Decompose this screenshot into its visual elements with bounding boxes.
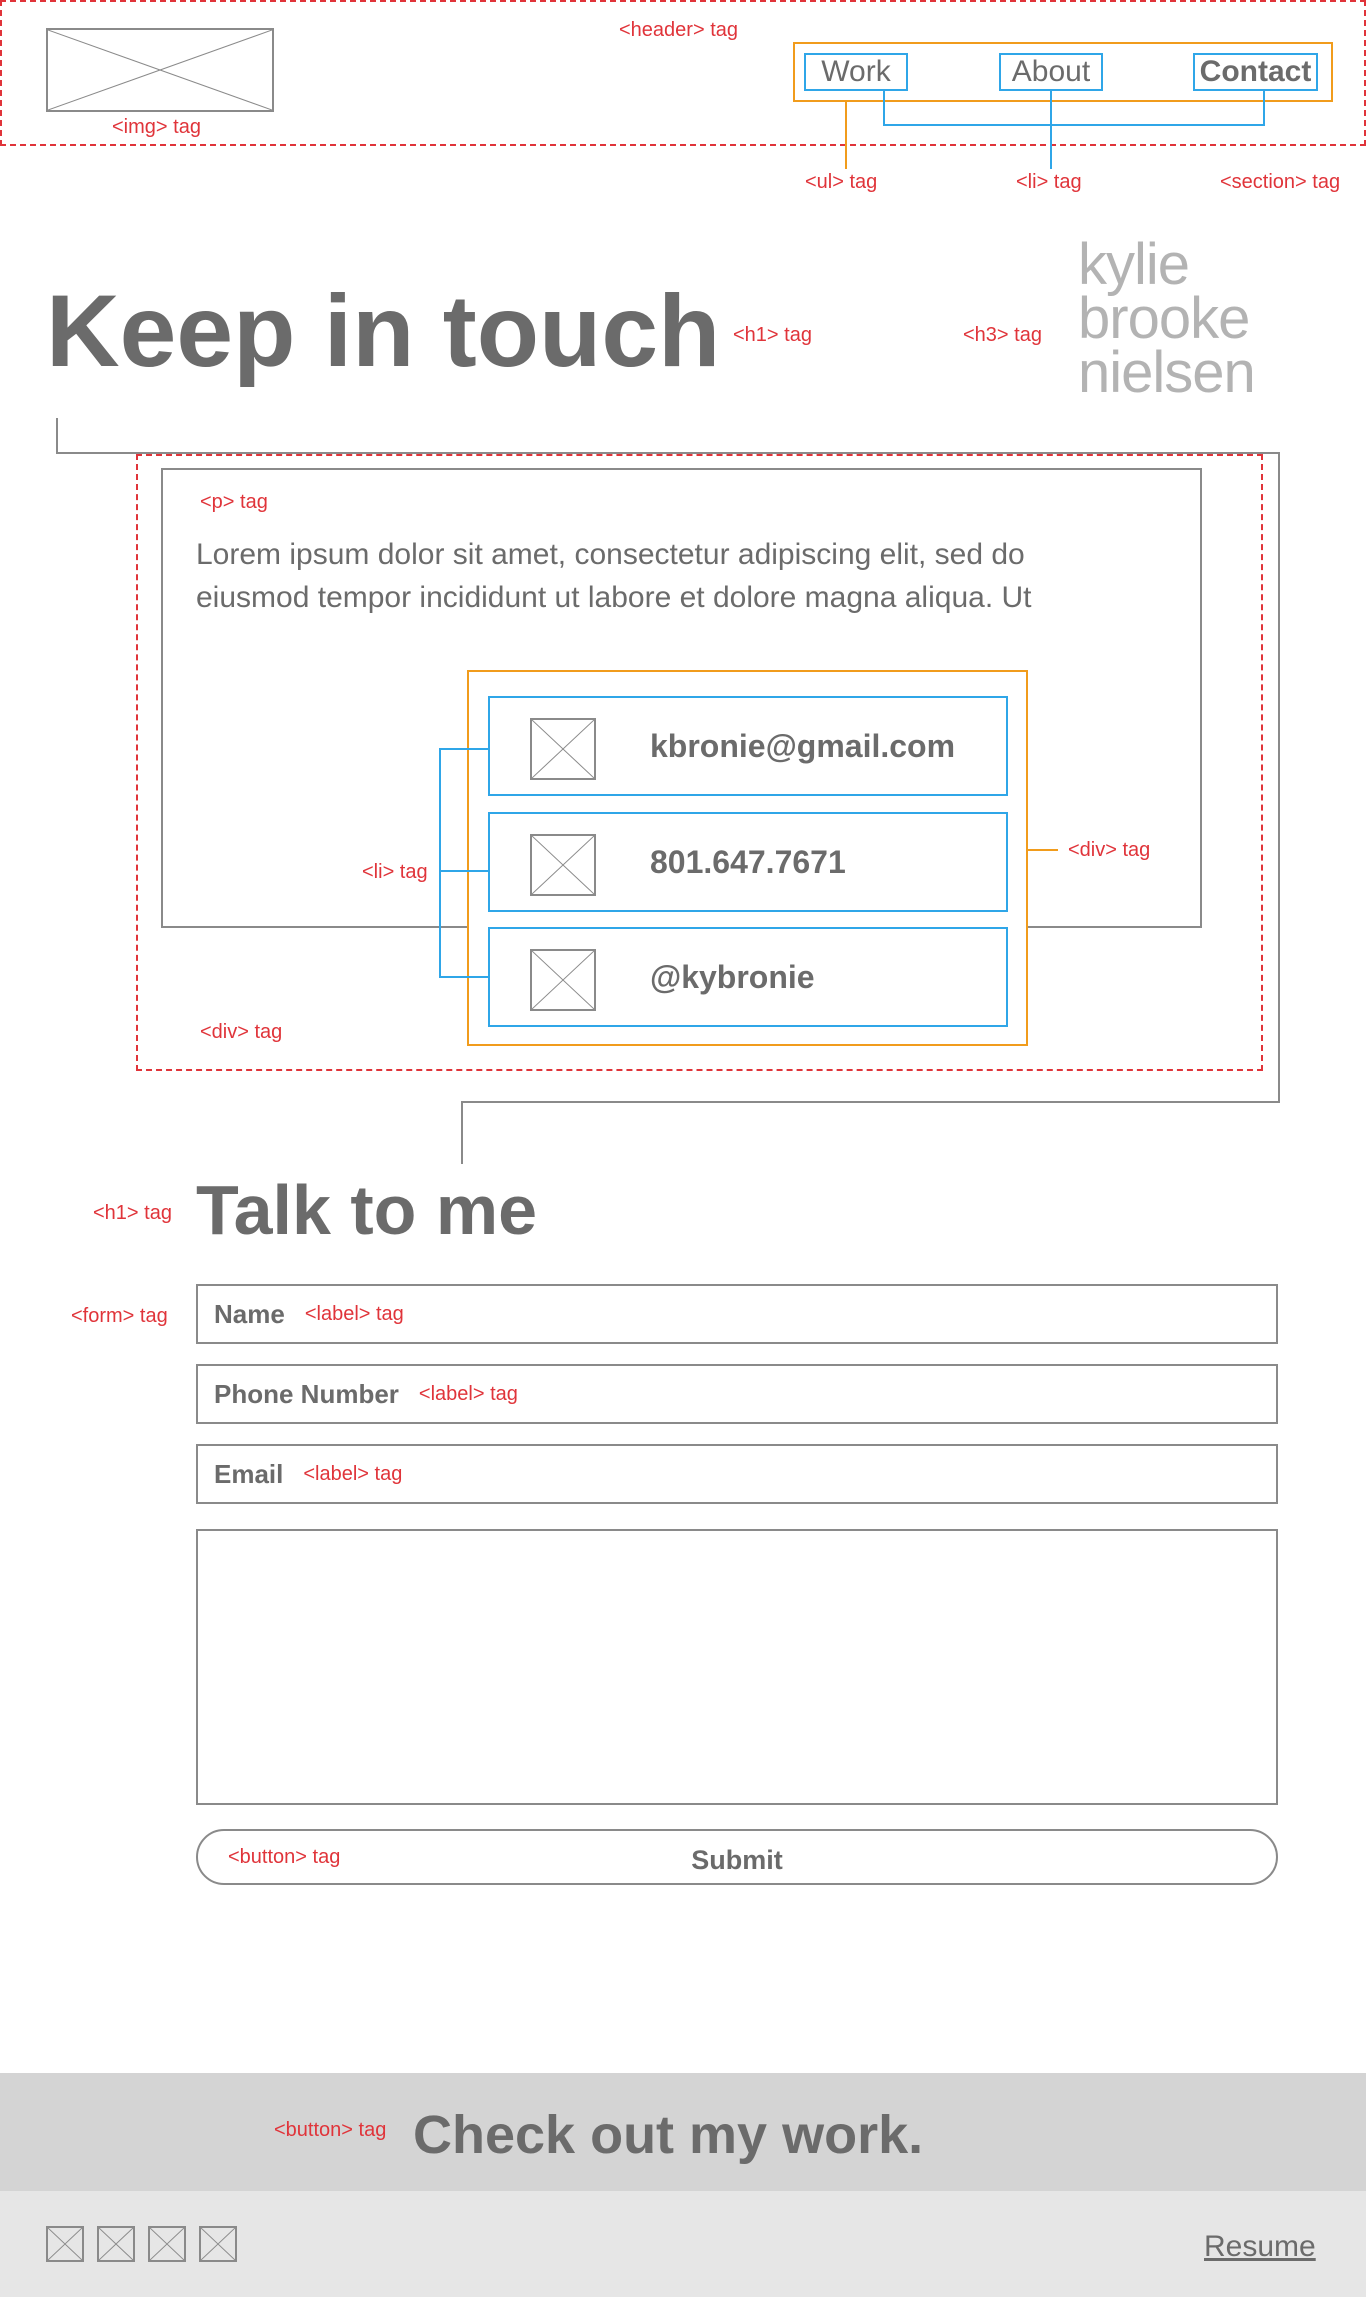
p-tag-annotation: <p> tag (200, 491, 268, 513)
button-tag-annotation: <button> tag (274, 2119, 387, 2141)
bracket-line (461, 1101, 463, 1164)
paragraph-line: Lorem ipsum dolor sit amet, consectetur … (196, 538, 1025, 571)
social-icon-1[interactable] (46, 2226, 84, 2262)
name-line: brooke (1078, 286, 1250, 351)
label-tag-annotation: <label> tag (303, 1463, 403, 1485)
header-tag-annotation: <header> tag (619, 19, 738, 41)
li-connector (439, 748, 441, 978)
name-line: nielsen (1078, 340, 1256, 405)
social-icon-2[interactable] (97, 2226, 135, 2262)
nav-li-connector (1263, 91, 1265, 126)
form-tag-annotation: <form> tag (71, 1305, 168, 1327)
contact-phone-text: 801.647.7671 (650, 843, 846, 880)
email-label: Email (214, 1458, 284, 1489)
section-tag-annotation: <section> tag (1220, 171, 1341, 193)
nav-link-work[interactable]: Work (804, 53, 908, 91)
nav-link-about[interactable]: About (999, 53, 1103, 91)
name-line: kylie (1078, 232, 1190, 297)
check-work-button[interactable]: Check out my work. (413, 2108, 923, 2162)
li-tag-annotation: <li> tag (1016, 171, 1082, 193)
name-heading: kylie brooke nielsen (1078, 232, 1256, 405)
li-connector (439, 870, 488, 872)
div-tag-annotation-bottom: <div> tag (200, 1021, 283, 1043)
submit-button-label: Submit (691, 1845, 783, 1875)
resume-link[interactable]: Resume (1204, 2230, 1316, 2264)
intro-paragraph: Lorem ipsum dolor sit amet, consectetur … (196, 533, 1032, 619)
submit-button[interactable]: <button> tag Submit (196, 1829, 1278, 1885)
phone-field[interactable]: Phone Number <label> tag (196, 1364, 1278, 1424)
li-connector (439, 748, 488, 750)
email-field[interactable]: Email <label> tag (196, 1444, 1278, 1504)
div-tag-annotation-right: <div> tag (1068, 839, 1151, 861)
phone-icon (530, 834, 596, 896)
phone-label: Phone Number (214, 1378, 399, 1409)
nav-li-connector (883, 124, 1265, 126)
bracket-line (56, 418, 58, 453)
message-textarea[interactable] (196, 1529, 1278, 1805)
contact-item-email[interactable]: kbronie@gmail.com (488, 696, 1008, 796)
name-field[interactable]: Name <label> tag (196, 1284, 1278, 1344)
h1-tag-annotation: <h1> tag (93, 1202, 172, 1224)
nav-link-contact[interactable]: Contact (1193, 53, 1318, 91)
label-tag-annotation: <label> tag (304, 1303, 404, 1325)
li-connector (439, 976, 488, 978)
nav-li-connector (1050, 91, 1052, 169)
page-title: Keep in touch (46, 274, 721, 388)
form-title: Talk to me (196, 1171, 538, 1249)
img-tag-annotation: <img> tag (112, 116, 201, 138)
logo-image-placeholder (46, 28, 274, 112)
li-tag-annotation: <li> tag (362, 861, 428, 883)
contact-social-text: @kybronie (650, 958, 815, 995)
paragraph-line: eiusmod tempor incididunt ut labore et d… (196, 581, 1032, 614)
div-connector (1028, 849, 1058, 851)
h3-tag-annotation: <h3> tag (963, 324, 1042, 346)
social-icon-4[interactable] (199, 2226, 237, 2262)
bracket-line (461, 1101, 1280, 1103)
h1-tag-annotation: <h1> tag (733, 324, 812, 346)
contact-item-social[interactable]: @kybronie (488, 927, 1008, 1027)
label-tag-annotation: <label> tag (418, 1383, 518, 1405)
social-icon-3[interactable] (148, 2226, 186, 2262)
name-label: Name (214, 1298, 285, 1329)
contact-item-phone[interactable]: 801.647.7671 (488, 812, 1008, 912)
nav-ul-connector (845, 102, 847, 169)
ul-tag-annotation: <ul> tag (805, 171, 878, 193)
social-icon (530, 949, 596, 1011)
contact-email-text: kbronie@gmail.com (650, 727, 956, 764)
nav-li-connector (883, 91, 885, 126)
email-icon (530, 718, 596, 780)
bracket-line (1278, 452, 1280, 1102)
